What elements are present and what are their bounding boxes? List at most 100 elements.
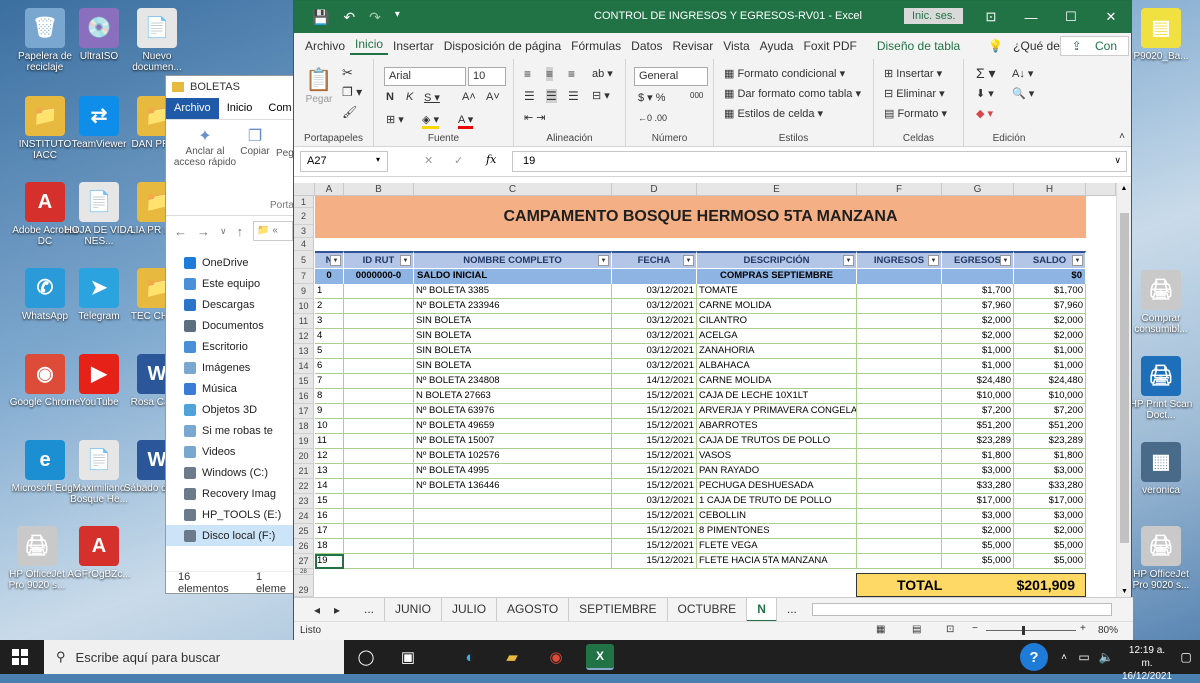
cell-styles-button[interactable]: ▦ Estilos de celda ▾ [724, 107, 823, 120]
initial-balance-cell[interactable]: COMPRAS SEPTIEMBRE [697, 269, 857, 284]
italic-button[interactable]: K [406, 91, 413, 103]
table-cell[interactable]: ACELGA [697, 329, 857, 344]
table-cell[interactable] [857, 389, 942, 404]
table-cell[interactable]: ALBAHACA [697, 359, 857, 374]
desktop-icon-nuevo[interactable]: 📄 Nuevo documen... [120, 8, 194, 73]
zoom-slider[interactable] [986, 626, 1076, 635]
table-cell[interactable]: 3 [315, 314, 344, 329]
table-cell[interactable]: 14 [315, 479, 344, 494]
table-cell[interactable] [857, 329, 942, 344]
table-cell[interactable]: 1 [315, 284, 344, 299]
table-cell[interactable]: $24,480 [942, 374, 1014, 389]
pin-button[interactable]: ✦ Anclar al acceso rápido [172, 126, 238, 168]
table-cell[interactable]: 15/12/2021 [612, 434, 697, 449]
table-cell[interactable] [344, 329, 414, 344]
align-left-icon[interactable]: ☰ [524, 89, 535, 103]
volume-icon[interactable]: 🔈 [1092, 644, 1120, 670]
table-cell[interactable] [344, 539, 414, 554]
table-cell[interactable]: $23,289 [942, 434, 1014, 449]
desktop-icon-hpoj2[interactable]: 🖨 HP OfficeJet Pro 9020 s... [1124, 526, 1198, 591]
explorer-tab-2[interactable]: Com [260, 98, 294, 119]
table-cell[interactable]: 03/12/2021 [612, 359, 697, 374]
row-header[interactable]: 26 [294, 539, 314, 554]
row-header[interactable]: 22 [294, 479, 314, 494]
edge-taskbar-icon[interactable]: ◐ [456, 644, 484, 670]
page-break-icon[interactable]: ⊡ [946, 624, 954, 635]
table-cell[interactable]: CEBOLLIN [697, 509, 857, 524]
table-cell[interactable]: $33,280 [1014, 479, 1086, 494]
ribbon-tab-10[interactable]: Diseño de tabla [872, 39, 965, 53]
table-cell[interactable] [344, 344, 414, 359]
formula-input[interactable]: 19 [512, 151, 1127, 172]
row-header[interactable]: 5 [294, 251, 314, 269]
table-cell[interactable] [857, 479, 942, 494]
table-cell[interactable]: $51,200 [1014, 419, 1086, 434]
row-header[interactable]: 23 [294, 494, 314, 509]
fill-color-icon[interactable]: ◈ ▾ [422, 113, 440, 129]
close-icon[interactable]: ✕ [1091, 1, 1131, 33]
table-cell[interactable]: 12 [315, 449, 344, 464]
initial-balance-cell[interactable]: 0 [315, 269, 344, 284]
sheet-tab[interactable]: SEPTIEMBRE [569, 597, 668, 622]
table-cell[interactable]: CARNE MOLIDA [697, 299, 857, 314]
table-cell[interactable]: $2,000 [942, 524, 1014, 539]
table-cell[interactable]: 15/12/2021 [612, 554, 697, 569]
table-cell[interactable] [344, 284, 414, 299]
row-header[interactable]: 10 [294, 299, 314, 314]
table-cell[interactable]: 2 [315, 299, 344, 314]
initial-balance-cell[interactable]: 0000000-0 [344, 269, 414, 284]
table-cell[interactable]: $17,000 [1014, 494, 1086, 509]
ribbon-tab-6[interactable]: Revisar [668, 39, 719, 53]
expand-formula-icon[interactable]: ∨ [1114, 155, 1121, 166]
table-cell[interactable] [344, 494, 414, 509]
table-cell[interactable]: $5,000 [942, 554, 1014, 569]
table-cell[interactable]: Nº BOLETA 63976 [414, 404, 612, 419]
table-cell[interactable] [857, 299, 942, 314]
sheet-tab[interactable]: AGOSTO [497, 597, 570, 622]
table-cell[interactable]: FLETE VEGA [697, 539, 857, 554]
table-cell[interactable]: $2,000 [1014, 329, 1086, 344]
nav-item[interactable]: OneDrive [184, 252, 294, 273]
row-header[interactable]: 12 [294, 329, 314, 344]
excel-titlebar[interactable]: 💾 ↶ ↷ ▾ CONTROL DE INGRESOS Y EGRESOS-RV01 … [294, 1, 1131, 33]
sheet-tab[interactable]: N [747, 597, 777, 622]
table-cell[interactable]: $1,800 [942, 449, 1014, 464]
desktop-icon-veronica[interactable]: ▦ veronica [1124, 442, 1198, 496]
column-header[interactable]: E [697, 183, 857, 196]
table-cell[interactable]: $7,960 [942, 299, 1014, 314]
table-cell[interactable]: ARVERJA Y PRIMAVERA CONGELADO [697, 404, 857, 419]
table-cell[interactable]: PAN RAYADO [697, 464, 857, 479]
table-header[interactable]: N ▼ [315, 251, 344, 268]
table-cell[interactable] [344, 554, 414, 569]
filter-dropdown-icon[interactable]: ▼ [928, 255, 939, 266]
table-cell[interactable]: $10,000 [942, 389, 1014, 404]
table-cell[interactable] [414, 509, 612, 524]
indent-icon[interactable]: ⇤ ⇥ [524, 111, 546, 124]
column-header[interactable]: H [1014, 183, 1086, 196]
cut-icon[interactable]: ✂ [342, 65, 353, 81]
nav-item[interactable]: Windows (C:) [184, 462, 294, 483]
table-cell[interactable]: Nº BOLETA 136446 [414, 479, 612, 494]
table-cell[interactable]: 15/12/2021 [612, 509, 697, 524]
table-cell[interactable]: 15/12/2021 [612, 524, 697, 539]
table-cell[interactable] [857, 464, 942, 479]
ribbon-tab-9[interactable]: Foxit PDF [798, 39, 861, 53]
table-cell[interactable]: Nº BOLETA 49659 [414, 419, 612, 434]
table-cell[interactable]: $2,000 [942, 314, 1014, 329]
table-cell[interactable]: 5 [315, 344, 344, 359]
table-cell[interactable]: SIN BOLETA [414, 344, 612, 359]
table-cell[interactable] [857, 524, 942, 539]
table-cell[interactable]: $24,480 [1014, 374, 1086, 389]
nav-item[interactable]: Este equipo [184, 273, 294, 294]
insert-cells-button[interactable]: ⊞ Insertar ▾ [884, 67, 942, 80]
table-cell[interactable] [857, 434, 942, 449]
table-cell[interactable]: 1 CAJA DE TRUTO DE POLLO [697, 494, 857, 509]
explorer-tab-1[interactable]: Inicio [219, 98, 261, 119]
table-cell[interactable]: 03/12/2021 [612, 494, 697, 509]
initial-balance-cell[interactable]: SALDO INICIAL [414, 269, 612, 284]
sheet-tab[interactable]: ... [777, 598, 807, 622]
table-cell[interactable]: 18 [315, 539, 344, 554]
table-cell[interactable] [344, 419, 414, 434]
row-header[interactable]: 29 [294, 575, 314, 597]
cancel-icon[interactable]: ✕ [424, 154, 433, 167]
